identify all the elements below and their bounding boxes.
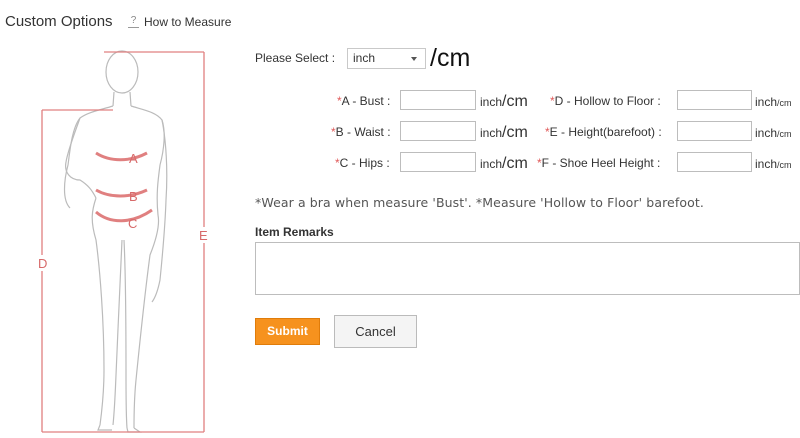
custom-options-title: Custom Options: [5, 13, 113, 30]
bust-band: [95, 151, 148, 162]
how-to-measure-link[interactable]: ? How to Measure: [128, 15, 231, 29]
label-d: D: [38, 256, 47, 271]
hip-band: [95, 208, 153, 223]
hollow-to-floor-input[interactable]: [677, 90, 752, 110]
hollow-to-floor-label: *D - Hollow to Floor :: [550, 94, 661, 108]
unit-select[interactable]: inch: [347, 48, 426, 69]
question-icon: ?: [128, 16, 139, 28]
body-measurement-figure: A B C D E: [36, 50, 210, 433]
unit-select-value: inch: [353, 51, 376, 65]
hollow-to-floor-unit: inch/cm: [755, 95, 792, 109]
item-remarks-textarea[interactable]: [255, 242, 800, 295]
figure-right-arm: [151, 119, 168, 303]
waist-unit: inch/cm: [480, 124, 528, 141]
label-e: E: [199, 228, 208, 243]
bust-label: *A - Bust :: [337, 94, 391, 108]
figure-inner-legs: [112, 239, 128, 429]
height-barefoot-input[interactable]: [677, 121, 752, 141]
shoe-heel-height-label: *F - Shoe Heel Height :: [537, 156, 661, 170]
how-to-measure-label: How to Measure: [144, 15, 232, 29]
unit-cm-suffix: /cm: [430, 44, 471, 72]
cancel-button[interactable]: Cancel: [334, 315, 417, 348]
figure-head: [105, 50, 139, 94]
label-b: B: [129, 189, 138, 204]
waist-band: [95, 188, 148, 198]
item-remarks-label: Item Remarks: [255, 225, 334, 239]
bust-unit: inch/cm: [480, 93, 528, 110]
waist-label: *B - Waist :: [331, 125, 391, 139]
hips-unit: inch/cm: [480, 155, 528, 172]
label-a: A: [129, 151, 138, 166]
measurement-note: *Wear a bra when measure 'Bust'. *Measur…: [255, 195, 704, 210]
shoe-heel-height-unit: inch/cm: [755, 157, 792, 171]
figure-neck: [112, 91, 132, 107]
hips-label: *C - Hips :: [335, 156, 390, 170]
height-barefoot-label: *E - Height(barefoot) :: [545, 125, 662, 139]
bust-input[interactable]: [400, 90, 476, 110]
waist-input[interactable]: [400, 121, 476, 141]
submit-button[interactable]: Submit: [255, 318, 320, 345]
please-select-label: Please Select :: [255, 51, 336, 65]
chevron-down-icon: [411, 57, 417, 61]
hips-input[interactable]: [400, 152, 476, 172]
label-c: C: [128, 216, 137, 231]
figure-left-arm: [65, 117, 97, 199]
height-barefoot-unit: inch/cm: [755, 126, 792, 140]
shoe-heel-height-input[interactable]: [677, 152, 752, 172]
